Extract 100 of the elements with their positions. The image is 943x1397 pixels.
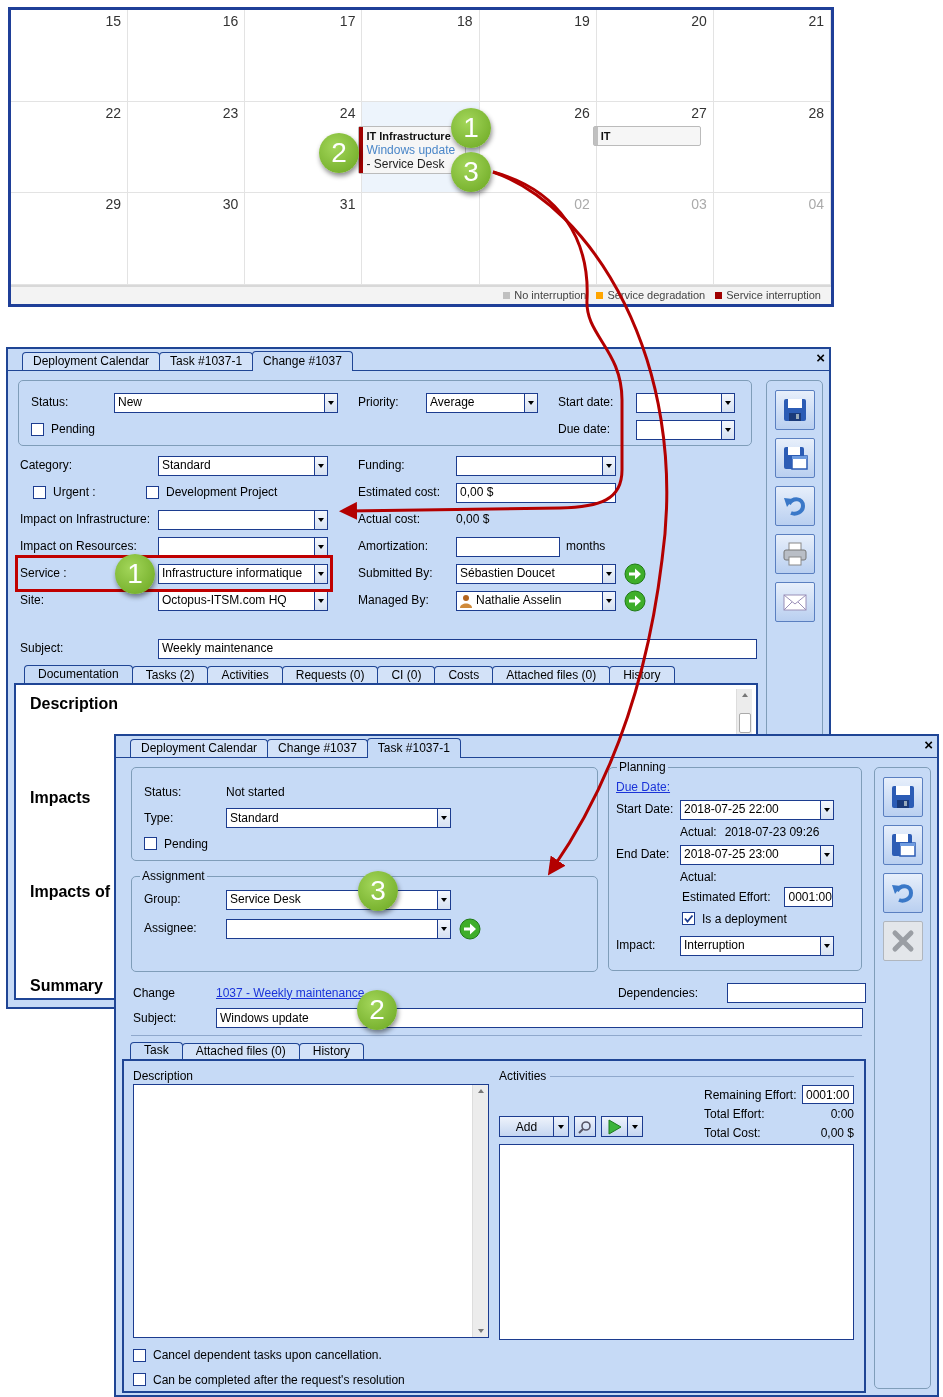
dropdown-field[interactable]: Interruption xyxy=(680,935,834,956)
event-card[interactable]: IT xyxy=(592,126,701,146)
section-heading: Summary xyxy=(30,976,104,996)
checkbox[interactable] xyxy=(146,486,159,499)
description-field[interactable] xyxy=(133,1084,489,1339)
field-label: End Date: xyxy=(616,847,670,862)
day-number: 16 xyxy=(222,13,239,31)
dropdown-field[interactable] xyxy=(636,392,735,413)
group-title: Activities xyxy=(499,1069,547,1084)
field-label: Actual: xyxy=(680,824,717,840)
dropdown-button[interactable] xyxy=(554,1116,569,1138)
field-label: Total Cost: xyxy=(704,1125,761,1141)
dropdown-field[interactable]: Average xyxy=(426,392,538,413)
field-label: Impact: xyxy=(616,938,656,953)
link[interactable]: 1037 - Weekly maintenance xyxy=(216,985,365,1001)
close-button[interactable]: × xyxy=(924,737,933,753)
checkbox-label: Pending xyxy=(164,836,209,852)
save-button[interactable] xyxy=(774,390,815,430)
arrow-right-icon[interactable] xyxy=(624,589,646,612)
tab[interactable]: Task #1037-1 xyxy=(366,738,461,758)
arrow-right-icon[interactable] xyxy=(459,917,481,940)
search-button[interactable] xyxy=(574,1116,596,1138)
arrow-right-icon[interactable] xyxy=(624,562,646,585)
field-label: Actual cost: xyxy=(358,512,421,527)
text-field[interactable] xyxy=(456,536,560,557)
text-field[interactable]: 0,00 $ xyxy=(456,482,616,503)
tab[interactable]: Documentation xyxy=(24,665,133,683)
tab[interactable]: Task xyxy=(130,1042,183,1059)
dropdown-field[interactable]: 2018-07-25 22:00 xyxy=(680,799,834,820)
dropdown-field[interactable]: Octopus-ITSM.com HQ xyxy=(158,590,328,611)
tab[interactable]: History xyxy=(298,1043,365,1059)
printer-icon xyxy=(780,540,809,568)
undo-button[interactable] xyxy=(882,873,923,913)
checkbox[interactable] xyxy=(33,486,46,499)
dropdown-field[interactable]: Sébastien Doucet xyxy=(456,563,616,584)
dropdown-field[interactable] xyxy=(226,918,451,939)
tab[interactable]: CI (0) xyxy=(377,666,436,683)
dropdown-field[interactable]: Standard xyxy=(226,808,451,828)
day-number: 29 xyxy=(105,196,122,214)
tab[interactable]: Change #1037 xyxy=(252,351,353,371)
print-button[interactable] xyxy=(774,534,815,574)
tab[interactable]: Task #1037-1 xyxy=(159,352,254,370)
field-label: Impact on Resources: xyxy=(20,539,137,554)
link[interactable]: Due Date: xyxy=(616,779,671,795)
field-label: Estimated cost: xyxy=(358,485,441,500)
dropdown-field[interactable] xyxy=(456,455,616,476)
text-field[interactable]: 0001:00 xyxy=(784,887,834,907)
checkbox[interactable] xyxy=(133,1373,146,1387)
save-new-button[interactable] xyxy=(882,825,923,865)
text-field[interactable]: 0001:00 xyxy=(802,1085,854,1105)
day-number: 24 xyxy=(339,105,356,123)
dropdown-field[interactable]: New xyxy=(114,392,338,413)
field-label: Actual: xyxy=(680,869,717,885)
field-label: Priority: xyxy=(358,395,399,410)
email-button[interactable] xyxy=(774,582,815,622)
field-label: Subject: xyxy=(133,1010,177,1025)
play-button[interactable] xyxy=(601,1116,628,1138)
field-label: Site: xyxy=(20,593,44,608)
tab[interactable]: Requests (0) xyxy=(281,666,379,683)
dropdown-field[interactable] xyxy=(636,419,735,440)
tab[interactable]: Attached files (0) xyxy=(181,1043,300,1059)
field-value: Not started xyxy=(226,784,285,800)
day-number: 18 xyxy=(457,13,473,31)
text-field[interactable]: Weekly maintenance xyxy=(158,638,757,659)
day-number: 04 xyxy=(808,196,824,214)
field-label: Total Effort: xyxy=(704,1106,765,1122)
scrollbar[interactable] xyxy=(736,689,752,737)
checkbox[interactable] xyxy=(682,912,695,926)
tab[interactable]: Change #1037 xyxy=(267,739,368,757)
field-label: Due date: xyxy=(558,422,611,437)
day-number: 31 xyxy=(339,196,356,214)
tab[interactable]: Deployment Calendar xyxy=(22,352,161,370)
event-title: IT Infrastructure xyxy=(366,129,452,143)
scrollbar[interactable] xyxy=(472,1085,488,1338)
dropdown-field[interactable] xyxy=(158,536,328,557)
tab[interactable]: Activities xyxy=(207,666,283,683)
tab[interactable]: Costs xyxy=(434,666,494,683)
save-button[interactable] xyxy=(882,777,923,817)
dropdown-field[interactable]: 2018-07-25 23:00 xyxy=(680,844,834,865)
undo-button[interactable] xyxy=(774,486,815,526)
checkbox[interactable] xyxy=(31,423,44,436)
add-button[interactable]: Add xyxy=(499,1116,554,1138)
field-label: Submitted By: xyxy=(358,566,433,581)
checkbox[interactable] xyxy=(133,1349,146,1363)
checkbox[interactable] xyxy=(144,837,157,851)
field-label: Start date: xyxy=(558,395,614,410)
dropdown-button[interactable] xyxy=(628,1116,643,1138)
tab[interactable]: Deployment Calendar xyxy=(130,739,269,757)
dropdown-field[interactable]: Nathalie Asselin xyxy=(456,590,616,611)
text-field[interactable] xyxy=(727,983,866,1003)
close-button[interactable]: × xyxy=(816,350,825,366)
day-number: 22 xyxy=(105,105,122,123)
save-new-button[interactable] xyxy=(774,438,815,478)
field-value: 2018-07-23 09:26 xyxy=(724,824,820,840)
day-number: 20 xyxy=(691,13,707,31)
dropdown-field[interactable]: Infrastructure informatique xyxy=(158,563,328,584)
dropdown-field[interactable]: Standard xyxy=(158,455,328,476)
tab[interactable]: Tasks (2) xyxy=(131,666,209,683)
tab[interactable]: Attached files (0) xyxy=(492,666,611,683)
dropdown-field[interactable] xyxy=(158,509,328,530)
